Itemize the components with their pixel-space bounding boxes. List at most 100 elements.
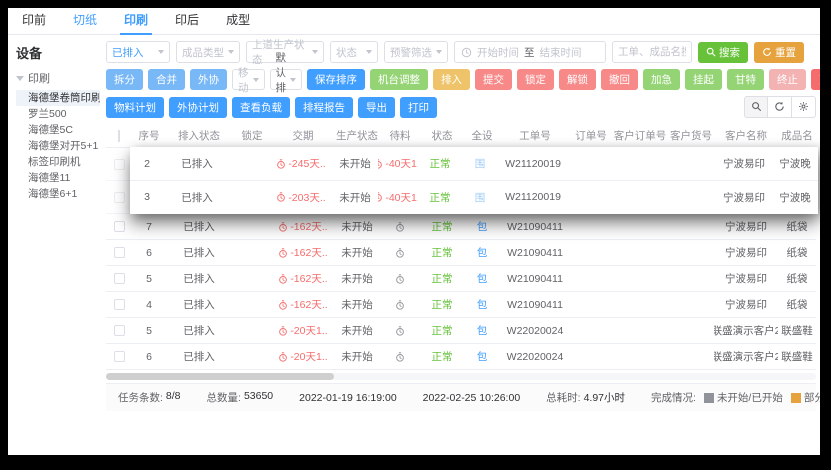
toolbar-button[interactable]: 排入 xyxy=(433,69,470,90)
date-range-picker[interactable]: 开始时间 至 结束时间 xyxy=(454,41,606,63)
toolbar-button[interactable]: 锁定 xyxy=(517,69,554,90)
select-all-checkbox[interactable] xyxy=(118,130,120,142)
toolbar2-button[interactable]: 查看负载 xyxy=(232,97,290,118)
cell-customer: 联盛演示客户2 xyxy=(714,323,778,338)
row-checkbox[interactable] xyxy=(114,351,125,362)
toolbar2-button[interactable]: 导出 xyxy=(358,97,395,118)
cell-material xyxy=(380,222,420,232)
gear-icon xyxy=(798,100,809,115)
cell-tag[interactable]: 包 xyxy=(464,297,500,312)
gear-tool-button[interactable] xyxy=(792,96,816,118)
cell-customer: 宁波易印 xyxy=(714,297,778,312)
device-tree: 海德堡卷筒印刷机罗兰500海德堡5C海德堡对开5+1标签印刷机海德堡11海德堡6… xyxy=(16,90,100,202)
sidebar-item-device[interactable]: 海德堡11 xyxy=(16,170,100,186)
table-row[interactable]: 5已排入-20天1..未开始正常包W22020024联盛演示客户2联盛鞋 xyxy=(106,318,816,344)
cell-product: 联盛鞋 xyxy=(778,349,816,364)
row-checkbox[interactable] xyxy=(114,159,125,170)
stat-value: 2022-01-19 16:19:00 xyxy=(299,392,397,404)
cell-tag[interactable]: 包 xyxy=(464,349,500,364)
toolbar-button[interactable]: 拆分 xyxy=(106,69,143,90)
clock-icon xyxy=(378,159,383,169)
toolbar2-button[interactable]: 外协计划 xyxy=(169,97,227,118)
toolbar-button[interactable]: 提交 xyxy=(475,69,512,90)
row-checkbox[interactable] xyxy=(114,221,125,232)
clock-icon xyxy=(461,47,472,58)
footer-stat: 总数量:53650 xyxy=(207,390,274,405)
toolbar-button[interactable]: 撤回 xyxy=(601,69,638,90)
cell-seq: 5 xyxy=(132,273,166,285)
cell-state: 正常 xyxy=(420,297,464,312)
cell-tag[interactable]: 围 xyxy=(462,190,498,205)
filter-select-3[interactable]: 状态 xyxy=(330,41,378,63)
filter-select-0[interactable]: 已排入 xyxy=(106,41,170,63)
legend-item-label: 未开始/已开始 xyxy=(717,390,783,405)
sidebar-item-device[interactable]: 海德堡6+1 xyxy=(16,186,100,202)
search-tool-button[interactable] xyxy=(744,96,768,118)
legend-item-label: 部分完成 xyxy=(804,390,820,405)
table-row[interactable]: 6已排入-162天..未开始正常包W21090411宁波易印纸袋 xyxy=(106,240,816,266)
row-checkbox[interactable] xyxy=(114,247,125,258)
scrollbar-thumb[interactable] xyxy=(106,373,334,380)
reset-button[interactable]: 重置 xyxy=(754,42,804,63)
chevron-down-icon xyxy=(253,78,259,82)
tree-group-printing[interactable]: 印刷 xyxy=(16,70,100,86)
row-checkbox[interactable] xyxy=(114,325,125,336)
toolbar-button[interactable]: 加急 xyxy=(643,69,680,90)
filter-select-1[interactable]: 成品类型 xyxy=(176,41,240,63)
table-row[interactable]: 6已排入-20天1..未开始正常包W22020024联盛演示客户2联盛鞋 xyxy=(106,344,816,370)
clock-icon xyxy=(278,248,288,258)
toolbar-button[interactable]: 机台调整 xyxy=(370,69,428,90)
toolbar2-button[interactable]: 排程报告 xyxy=(295,97,353,118)
toolbar-button[interactable]: 终止 xyxy=(769,69,806,90)
move-select[interactable]: 移动 xyxy=(232,69,265,90)
sidebar-item-device[interactable]: 海德堡对开5+1 xyxy=(16,138,100,154)
tab-印刷[interactable]: 印刷 xyxy=(124,8,148,35)
horizontal-scrollbar xyxy=(106,373,816,380)
clock-icon xyxy=(278,300,288,310)
toolbar-button[interactable]: 合并 xyxy=(148,69,185,90)
tab-印后[interactable]: 印后 xyxy=(175,8,199,35)
stat-label: 总耗时: xyxy=(546,390,580,405)
tab-印前[interactable]: 印前 xyxy=(22,8,46,35)
cell-material xyxy=(380,274,420,284)
toolbar-button[interactable]: 变更交期 xyxy=(811,69,820,90)
cell-tag[interactable]: 包 xyxy=(464,271,500,286)
toolbar-button[interactable]: 甘特 xyxy=(727,69,764,90)
row-checkbox[interactable] xyxy=(114,273,125,284)
sidebar-item-device[interactable]: 海德堡卷筒印刷机 xyxy=(16,90,100,106)
row-checkbox[interactable] xyxy=(114,192,125,203)
sort-select[interactable]: 默认排序 xyxy=(270,69,303,90)
toolbar2-button[interactable]: 物料计划 xyxy=(106,97,164,118)
toolbar2-button[interactable]: 打印 xyxy=(400,97,437,118)
search-input[interactable] xyxy=(612,41,692,63)
cell-tag[interactable]: 包 xyxy=(464,323,500,338)
sidebar-item-device[interactable]: 标签印刷机 xyxy=(16,154,100,170)
tree-group-label: 印刷 xyxy=(28,70,50,86)
sidebar-item-device[interactable]: 罗兰500 xyxy=(16,106,100,122)
table-row[interactable]: 5已排入-162天..未开始正常包W21090411宁波易印纸袋 xyxy=(106,266,816,292)
filter-select-4[interactable]: 预警筛选 xyxy=(384,41,448,63)
table-row[interactable]: 7已排入-162天..未开始正常包W21090411宁波易印纸袋 xyxy=(106,214,816,240)
drag-preview-panel[interactable]: 2已排入-245天..未开始-40天1..正常围W21120019宁波易印宁波晚… xyxy=(130,147,818,214)
cell-tag[interactable]: 围 xyxy=(462,156,498,171)
select-all-cell[interactable] xyxy=(106,130,132,142)
tab-切纸[interactable]: 切纸 xyxy=(73,8,97,35)
cell-tag[interactable]: 包 xyxy=(464,245,500,260)
sidebar-item-device[interactable]: 海德堡5C xyxy=(16,122,100,138)
drag-preview-row[interactable]: 2已排入-245天..未开始-40天1..正常围W21120019宁波易印宁波晚 xyxy=(130,147,818,180)
toolbar-button[interactable]: 解锁 xyxy=(559,69,596,90)
refresh-tool-button[interactable] xyxy=(768,96,792,118)
sidebar-title: 设备 xyxy=(16,43,100,62)
clock-icon xyxy=(278,326,288,336)
search-button[interactable]: 搜索 xyxy=(698,42,748,63)
chevron-down-icon xyxy=(312,50,318,54)
toolbar-button[interactable]: 外协 xyxy=(190,69,227,90)
table-row[interactable]: 4已排入-162天..未开始正常包W21090411宁波易印纸袋 xyxy=(106,292,816,318)
row-checkbox[interactable] xyxy=(114,299,125,310)
cell-tag[interactable]: 包 xyxy=(464,219,500,234)
toolbar-button[interactable]: 挂起 xyxy=(685,69,722,90)
toolbar-button[interactable]: 保存排序 xyxy=(307,69,365,90)
stat-value: 2022-02-25 10:26:00 xyxy=(423,392,521,404)
tab-成型[interactable]: 成型 xyxy=(226,8,250,35)
drag-preview-row[interactable]: 3已排入-203天..未开始-40天1..正常围W21120019宁波易印宁波晚 xyxy=(130,180,818,213)
